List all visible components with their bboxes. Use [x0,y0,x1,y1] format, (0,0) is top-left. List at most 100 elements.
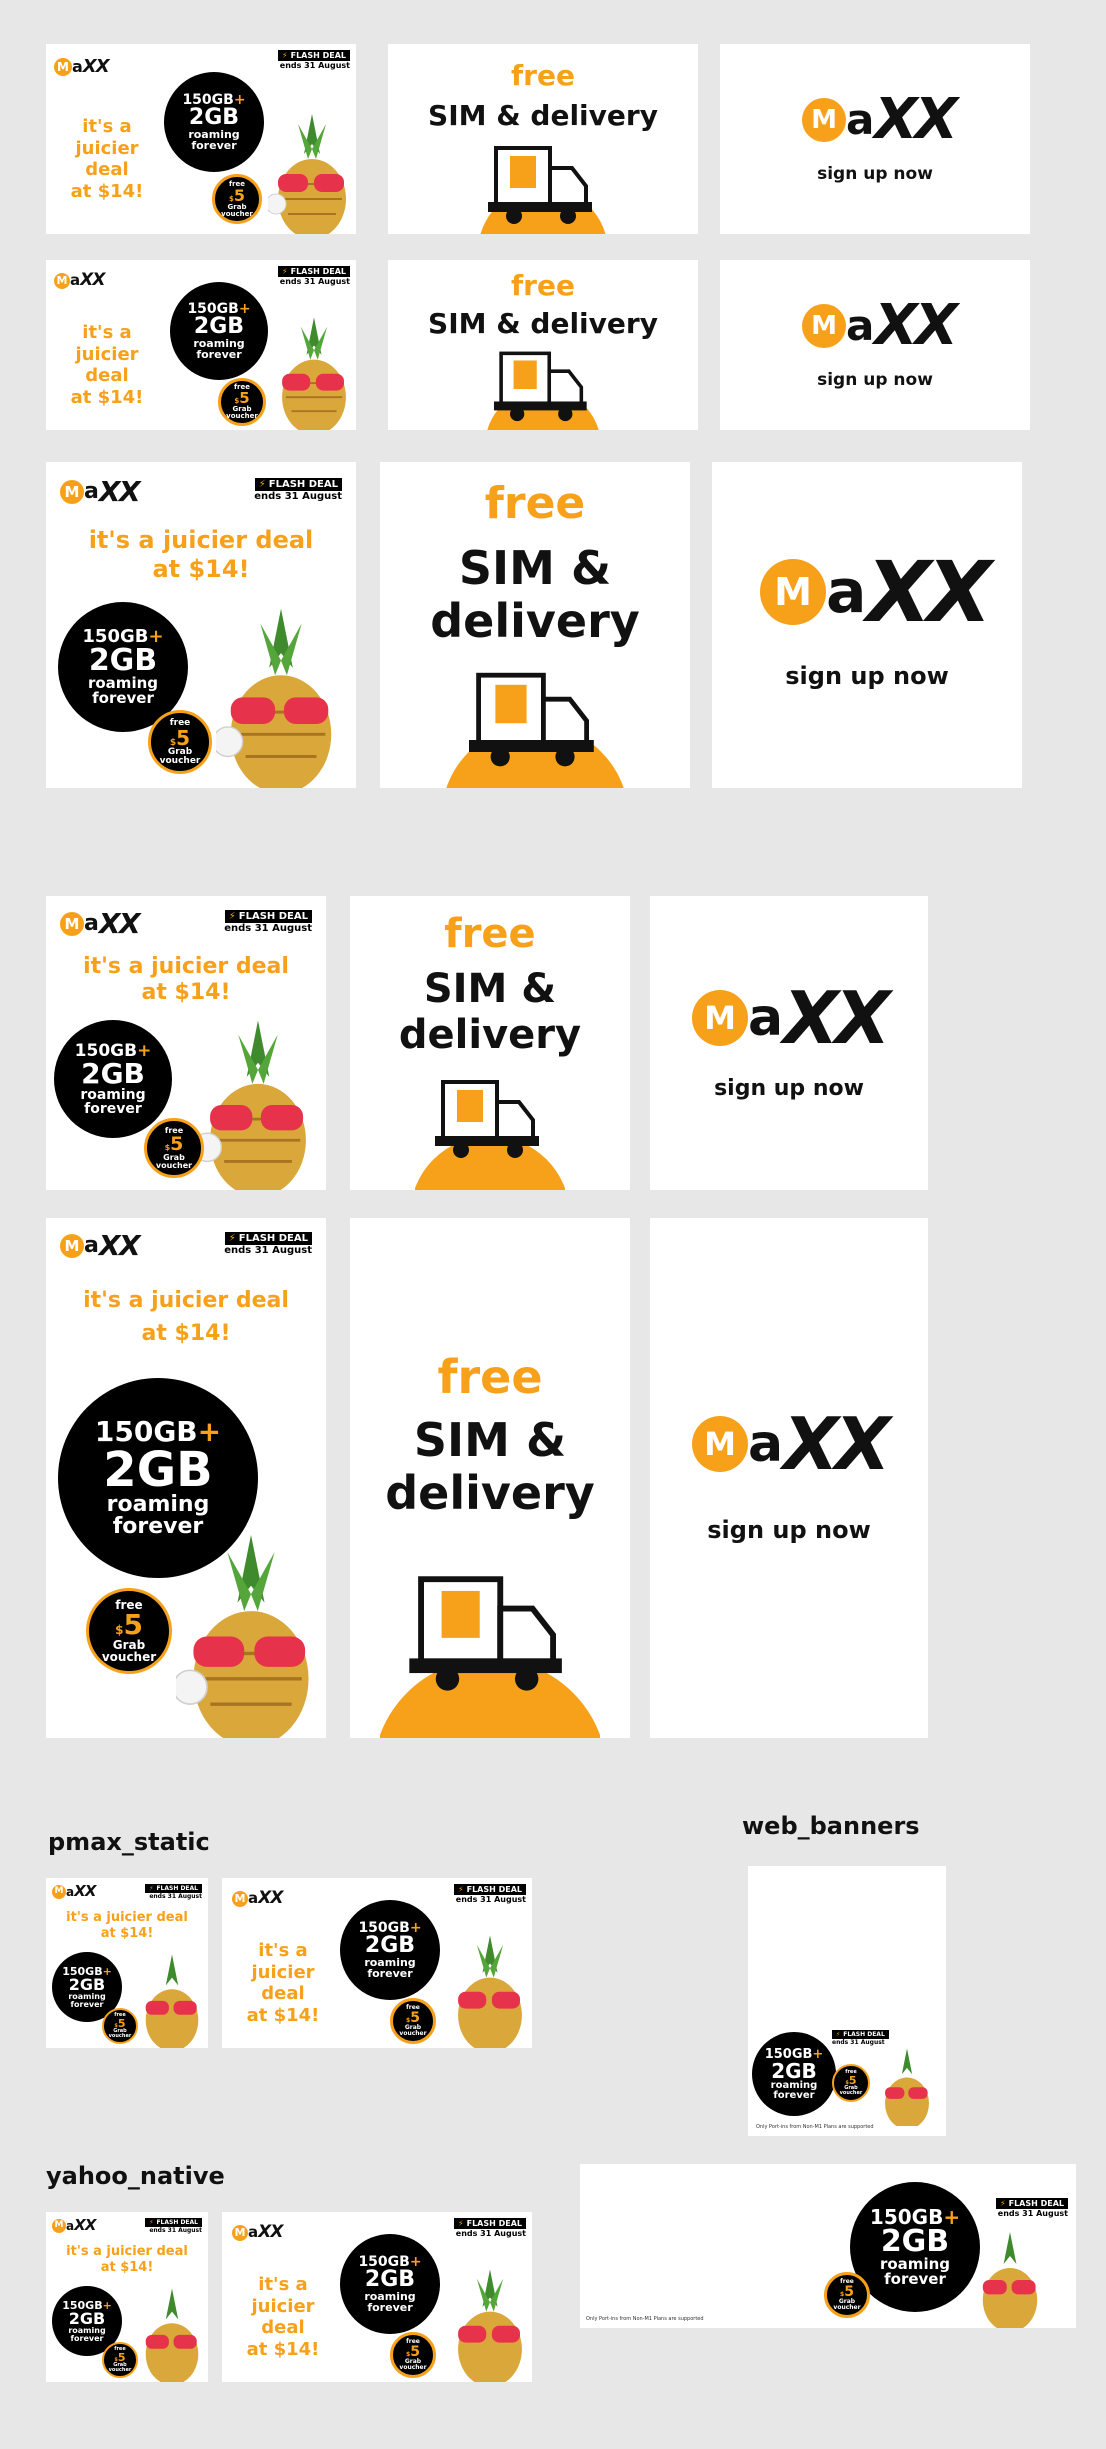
headline: it's a juicier deal at $14! [66,1910,188,1941]
sign-up-button[interactable]: sign up now [650,1516,928,1544]
data-circle: 150GB+ 2GB roaming forever [340,1900,440,2000]
free-label: free [511,59,575,92]
logo-m-icon: M [60,1234,84,1258]
lightning-icon: ⚡ [836,2031,841,2038]
banner-signup-r5: M a XX sign up now [650,1218,928,1738]
maxx-logo: M a XX [60,1232,141,1260]
flash-deal-tag: ⚡ FLASH DEAL ends 31 August [995,2198,1068,2218]
lightning-icon: ⚡ [149,1885,154,1892]
flash-deal-tag: ⚡ FLASH DEAL ends 31 August [277,50,350,70]
pmax-thumb-square: M a XX ⚡ FLASH DEAL ends 31 August it's a… [46,1878,208,2048]
lightning-icon: ⚡ [999,2199,1006,2208]
flash-deal-tag: ⚡ FLASH DEAL ends 31 August [224,1232,312,1256]
maxx-logo: M a XX [232,2224,283,2241]
banner-signup-r1: M a XX sign up now [720,44,1030,234]
lightning-icon: ⚡ [457,2219,464,2228]
delivery-truck-icon [446,672,624,788]
flash-deal-tag: ⚡ FLASH DEAL ends 31 August [254,478,342,502]
voucher-badge: free $5 Grab voucher [218,378,266,426]
banner-signup-r3: M a XX sign up now [712,462,1022,788]
headline: it's a juicier deal at $14! [88,526,314,583]
delivery-truck-icon [487,351,599,430]
logo-m-icon: M [232,1890,248,1907]
data-circle: 150GB+ 2GB roaming forever [340,2234,440,2334]
headline: it's a juicier deal at $14! [83,954,289,1006]
voucher-badge: free $5 Grab voucher [144,1118,204,1178]
lightning-icon: ⚡ [228,911,236,922]
banner-signup-r2: M a XX sign up now [720,260,1030,430]
banner-delivery-r3: free SIM & delivery [380,462,690,788]
pineapple-image [268,114,346,234]
lightning-icon: ⚡ [457,1885,464,1894]
voucher-badge: free $5 Grab voucher [102,2342,138,2378]
yahoo-thumb-landscape: M a XX it's a juicier deal at $14! 150GB+ … [222,2212,532,2382]
lightning-icon: ⚡ [281,51,288,60]
data-circle: 150GB+ 2GB roaming forever [752,2032,836,2116]
flash-deal-tag: ⚡ FLASH DEAL ends 31 August [145,2218,202,2234]
maxx-logo: M a XX [52,1884,96,1899]
free-label: free [511,269,575,302]
logo-m-icon: M [60,912,84,936]
maxx-logo: M a XX [52,2218,96,2233]
headline: it's a juicier deal at $14! [70,116,144,202]
logo-m-icon: M [52,2218,66,2233]
section-label-yahoo: yahoo_native [46,2162,225,2190]
sign-up-button[interactable]: sign up now [650,1076,928,1101]
delivery-truck-icon [380,1576,600,1738]
pineapple-image [145,1954,199,2048]
maxx-logo: M a XX [54,272,105,289]
delivery-truck-icon [415,1080,565,1190]
sign-up-button[interactable]: sign up now [720,164,1030,184]
maxx-logo: M a XX [692,982,891,1054]
data-circle: 150GB+ 2GB roaming forever [170,282,268,380]
maxx-logo: M a XX [802,298,958,354]
delivery-truck-icon [480,146,606,234]
maxx-logo: M a XX [692,1408,891,1480]
banner-offer-r5: M a XX ⚡ FLASH DEAL ends 31 August it's a… [46,1218,326,1738]
pineapple-image [885,2048,929,2126]
maxx-logo: M a XX [60,478,141,506]
fine-print: Only Port-ins from Non-M1 Plans are supp… [756,2124,874,2130]
lightning-icon: ⚡ [228,1233,236,1244]
flash-deal-tag: ⚡ FLASH DEAL ends 31 August [277,266,350,286]
pineapple-image [458,1935,522,2048]
pmax-thumb-landscape: M a XX it's a juicier deal at $14! 150GB+ … [222,1878,532,2048]
pineapple-image [982,2232,1038,2328]
logo-m-icon: M [760,559,826,625]
maxx-logo: M a XX [802,92,958,148]
banner-offer-r4: M a XX ⚡ FLASH DEAL ends 31 August it's a… [46,896,326,1190]
pineapple-image [282,317,346,430]
logo-m-icon: M [52,1884,66,1899]
sim-delivery-label: SIM & delivery [430,541,640,648]
pineapple-image [216,608,332,788]
headline: it's a juicier deal at $14! [70,322,144,408]
lightning-icon: ⚡ [258,479,266,490]
voucher-badge: free $5 Grab voucher [832,2064,870,2102]
flash-deal-tag: ⚡ FLASH DEAL ends 31 August [224,910,312,934]
maxx-logo: M a XX [54,58,110,76]
voucher-badge: free $5 Grab voucher [390,2332,436,2378]
voucher-badge: free $5 Grab voucher [148,710,212,774]
pineapple-image [458,2269,522,2382]
logo-m-icon: M [802,98,846,142]
logo-m-icon: M [60,480,84,504]
voucher-badge: free $5 Grab voucher [212,174,262,224]
banner-delivery-r5: free SIM & delivery [350,1218,630,1738]
sim-delivery-label: SIM & delivery [385,1413,595,1520]
pineapple-image [145,2288,199,2382]
maxx-logo: M a XX [60,910,141,938]
yahoo-wide-banner: 150GB+ 2GB roaming forever ⚡ FLASH DEAL e… [580,2164,1076,2328]
maxx-logo: M a XX [760,550,992,634]
sim-delivery-label: SIM & delivery [398,966,582,1058]
yahoo-thumb-square: M a XX ⚡ FLASH DEAL ends 31 August it's a… [46,2212,208,2382]
lightning-icon: ⚡ [281,267,288,276]
web-banner-tall: 150GB+ 2GB roaming forever ⚡ FLASH DEAL e… [748,1866,946,2136]
free-label: free [444,911,536,957]
flash-deal-tag: ⚡ FLASH DEAL ends 31 August [453,2218,526,2238]
data-circle: 150GB+ 2GB roaming forever [164,72,264,172]
sign-up-button[interactable]: sign up now [720,370,1030,390]
sign-up-button[interactable]: sign up now [712,662,1022,690]
section-label-web: web_banners [742,1812,920,1840]
section-label-pmax: pmax_static [48,1828,210,1856]
banner-offer-r1: M a XX it's a juicier deal at $14! 150GB+ … [46,44,356,234]
